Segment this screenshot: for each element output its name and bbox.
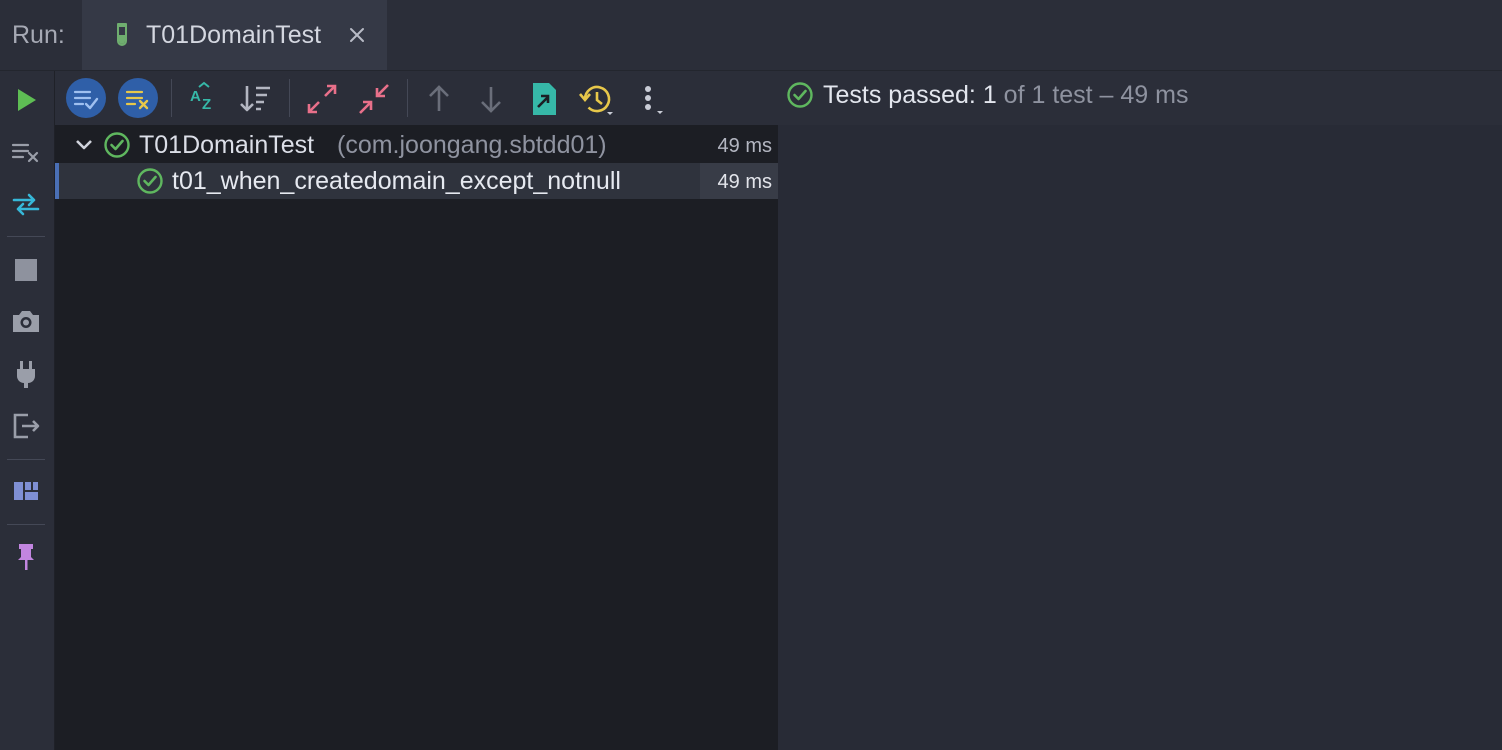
test-method-name: t01_when_createdomain_except_notnull <box>172 167 621 195</box>
toolbar-separator <box>289 79 290 117</box>
run-tab-bar: Run: T01DomainTest <box>0 0 1502 71</box>
test-class-package: (com.joongang.sbtdd01) <box>337 131 607 159</box>
chevron-down-icon[interactable] <box>73 135 95 155</box>
status-summary: of 1 test – 49 ms <box>1003 81 1189 109</box>
test-passed-icon <box>104 132 130 158</box>
layout-icon[interactable] <box>10 475 42 507</box>
run-label: Run: <box>12 21 65 49</box>
show-passed-icon[interactable] <box>65 77 107 119</box>
svg-text:Z: Z <box>202 96 211 113</box>
test-duration: 49 ms <box>717 135 772 157</box>
test-duration: 49 ms <box>717 171 772 193</box>
tab-t01domaintest[interactable]: T01DomainTest <box>82 0 387 70</box>
stop-icon[interactable] <box>10 254 42 286</box>
clear-list-icon[interactable] <box>10 136 42 168</box>
expand-all-icon[interactable] <box>302 79 342 119</box>
collapse-all-icon[interactable] <box>354 79 394 119</box>
previous-failed-icon[interactable] <box>419 79 459 119</box>
sort-by-duration-icon[interactable] <box>237 79 277 119</box>
status-label: Tests passed: <box>823 81 976 109</box>
pin-icon[interactable] <box>10 541 42 573</box>
tree-row-test-method[interactable]: t01_when_createdomain_except_notnull 49 … <box>55 163 778 199</box>
next-failed-icon[interactable] <box>471 79 511 119</box>
toggle-autotest-icon[interactable] <box>10 188 42 220</box>
test-tube-icon <box>117 23 127 46</box>
console-pane[interactable]: Tests passed: 1 of 1 test – 49 ms <box>778 71 1502 750</box>
tests-passed-icon <box>787 82 813 108</box>
test-tree-toolbar: A Z <box>55 71 778 125</box>
sort-alphabetically-icon[interactable]: A Z <box>184 79 224 119</box>
exit-icon[interactable] <box>10 410 42 442</box>
close-icon[interactable] <box>348 26 366 44</box>
test-status-bar: Tests passed: 1 of 1 test – 49 ms <box>778 71 1502 125</box>
toolbar-separator <box>7 524 45 525</box>
plug-icon[interactable] <box>10 358 42 390</box>
svg-text:A: A <box>190 88 201 105</box>
toolbar-separator <box>171 79 172 117</box>
toolbar-separator <box>7 459 45 460</box>
history-icon[interactable] <box>577 79 617 119</box>
export-results-icon[interactable] <box>524 79 564 119</box>
toolbar-separator <box>7 236 45 237</box>
status-passed-count: 1 <box>982 81 997 109</box>
toolbar-separator <box>407 79 408 117</box>
tab-title: T01DomainTest <box>146 21 322 49</box>
left-toolbar <box>0 71 55 750</box>
more-options-icon[interactable] <box>630 79 670 119</box>
test-passed-icon <box>137 168 163 194</box>
tests-status-text: Tests passed: 1 of 1 test – 49 ms <box>823 80 1189 110</box>
run-tool-window: Run: T01DomainTest A Z T01DomainTest (co… <box>0 0 1502 750</box>
test-class-name: T01DomainTest <box>139 131 315 159</box>
selection-indicator <box>55 163 59 199</box>
test-tree-pane: A Z T01DomainTest (com.joongang.sbtdd01)… <box>55 71 778 750</box>
play-icon[interactable] <box>10 84 42 116</box>
tree-row-root[interactable]: T01DomainTest (com.joongang.sbtdd01) 49 … <box>55 127 778 163</box>
camera-icon[interactable] <box>10 305 42 337</box>
show-ignored-icon[interactable] <box>117 77 159 119</box>
